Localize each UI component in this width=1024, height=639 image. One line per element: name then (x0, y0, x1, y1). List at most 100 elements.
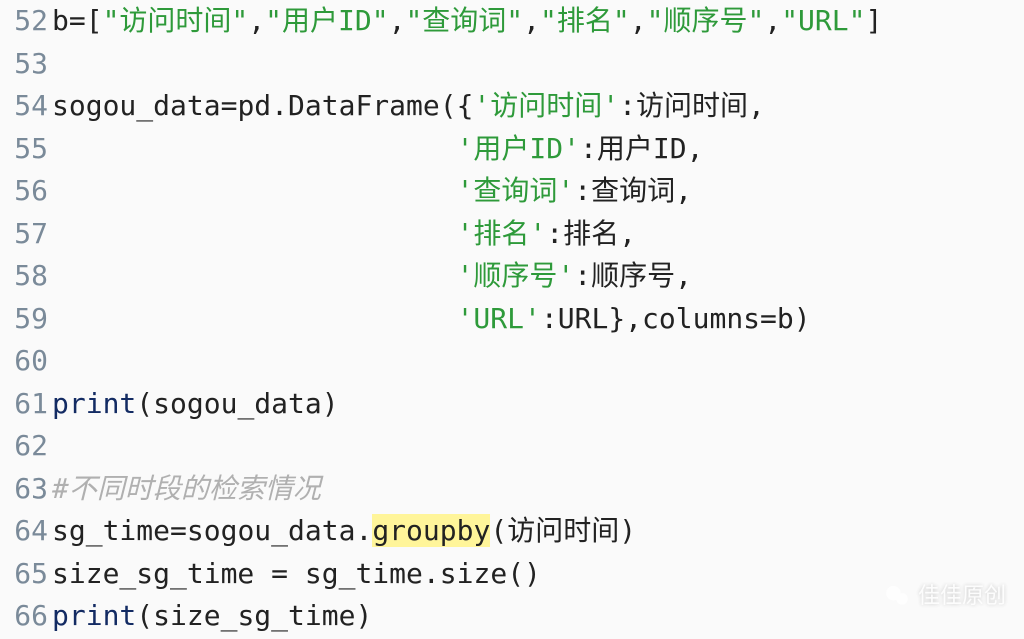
code-line: 63#不同时段的检索情况 (0, 468, 1024, 511)
line-number: 58 (0, 255, 52, 298)
code-token: ) (619, 514, 636, 547)
code-token: , (675, 259, 692, 292)
code-line: 66print(size_sg_time) (0, 595, 1024, 638)
code-token: "排名" (540, 4, 630, 37)
code-line: 64sg_time=sogou_data.groupby(访问时间) (0, 510, 1024, 553)
code-token: , (619, 217, 636, 250)
code-line: 54sogou_data=pd.DataFrame({'访问时间':访问时间, (0, 85, 1024, 128)
code-token: "访问时间" (103, 4, 249, 37)
code-token: sg_time (52, 514, 170, 547)
code-content (52, 43, 1024, 86)
code-token: , (764, 4, 781, 37)
code-content: '用户ID':用户ID, (52, 128, 1024, 171)
line-number: 62 (0, 425, 52, 468)
code-token: 排名 (563, 217, 619, 250)
code-content: print(sogou_data) (52, 383, 1024, 426)
code-content: print(size_sg_time) (52, 595, 1024, 638)
code-content: sg_time=sogou_data.groupby(访问时间) (52, 510, 1024, 553)
line-number: 56 (0, 170, 52, 213)
code-token: = (254, 557, 305, 590)
code-token: =[ (69, 4, 103, 37)
code-token: "用户ID" (265, 4, 388, 37)
code-token: }, (608, 302, 642, 335)
code-token: , (675, 174, 692, 207)
code-token: print (52, 387, 136, 420)
code-content: #不同时段的检索情况 (52, 468, 1024, 511)
code-token: 用户ID (597, 132, 687, 165)
line-number: 54 (0, 85, 52, 128)
code-token: = (760, 302, 777, 335)
code-token: () (507, 557, 541, 590)
code-token: sg_time (305, 557, 423, 590)
code-line: 60 (0, 340, 1024, 383)
code-line: 65size_sg_time = sg_time.size() (0, 553, 1024, 596)
code-token: = (221, 89, 238, 122)
code-content: '查询词':查询词, (52, 170, 1024, 213)
code-token: "URL" (781, 4, 865, 37)
code-line: 53 (0, 43, 1024, 86)
line-number: 65 (0, 553, 52, 596)
code-token: 访问时间 (507, 514, 619, 547)
line-number: 55 (0, 128, 52, 171)
code-token: ) (794, 302, 811, 335)
code-token: , (389, 4, 406, 37)
code-content (52, 425, 1024, 468)
line-number: 57 (0, 213, 52, 256)
code-token: size (440, 557, 507, 590)
code-token: sogou_data (187, 514, 356, 547)
line-number: 61 (0, 383, 52, 426)
code-content: size_sg_time = sg_time.size() (52, 553, 1024, 596)
code-token: ( (136, 387, 153, 420)
code-token: size_sg_time (52, 557, 254, 590)
code-token: columns (642, 302, 760, 335)
code-content: sogou_data=pd.DataFrame({'访问时间':访问时间, (52, 85, 1024, 128)
code-token: '顺序号' (457, 259, 575, 292)
code-token: , (687, 132, 704, 165)
code-token: . (423, 557, 440, 590)
code-token: ] (865, 4, 882, 37)
code-token: pd (237, 89, 271, 122)
code-token: ( (490, 514, 507, 547)
code-token: ({ (440, 89, 474, 122)
code-token: ( (136, 599, 153, 632)
code-token: '访问时间' (473, 89, 619, 122)
code-token: , (248, 4, 265, 37)
code-token: 查询词 (591, 174, 675, 207)
code-token: : (574, 259, 591, 292)
code-token: , (630, 4, 647, 37)
code-token: sogou_data (153, 387, 322, 420)
code-token: = (170, 514, 187, 547)
code-token: URL (558, 302, 609, 335)
code-token: : (619, 89, 636, 122)
code-token: #不同时段的检索情况 (52, 472, 321, 505)
code-line: 52b=["访问时间","用户ID","查询词","排名","顺序号","URL… (0, 0, 1024, 43)
line-number: 60 (0, 340, 52, 383)
code-line: 59 'URL':URL},columns=b) (0, 298, 1024, 341)
code-token: size_sg_time (153, 599, 355, 632)
code-line: 62 (0, 425, 1024, 468)
code-token: 访问时间 (636, 89, 748, 122)
line-number: 66 (0, 595, 52, 638)
line-number: 52 (0, 0, 52, 43)
code-token: groupby (372, 514, 490, 547)
code-content: 'URL':URL},columns=b) (52, 298, 1024, 341)
code-line: 56 '查询词':查询词, (0, 170, 1024, 213)
code-token: : (580, 132, 597, 165)
code-line: 58 '顺序号':顺序号, (0, 255, 1024, 298)
code-token: b (777, 302, 794, 335)
code-token: . (271, 89, 288, 122)
code-token: ) (355, 599, 372, 632)
code-token: DataFrame (288, 89, 440, 122)
code-token: '查询词' (457, 174, 575, 207)
code-token: , (748, 89, 765, 122)
code-token: sogou_data (52, 89, 221, 122)
code-token: print (52, 599, 136, 632)
code-token: ) (322, 387, 339, 420)
code-token: : (574, 174, 591, 207)
line-number: 63 (0, 468, 52, 511)
code-line: 55 '用户ID':用户ID, (0, 128, 1024, 171)
code-line: 61print(sogou_data) (0, 383, 1024, 426)
code-token: : (541, 302, 558, 335)
line-number: 64 (0, 510, 52, 553)
code-content: b=["访问时间","用户ID","查询词","排名","顺序号","URL"] (52, 0, 1024, 43)
